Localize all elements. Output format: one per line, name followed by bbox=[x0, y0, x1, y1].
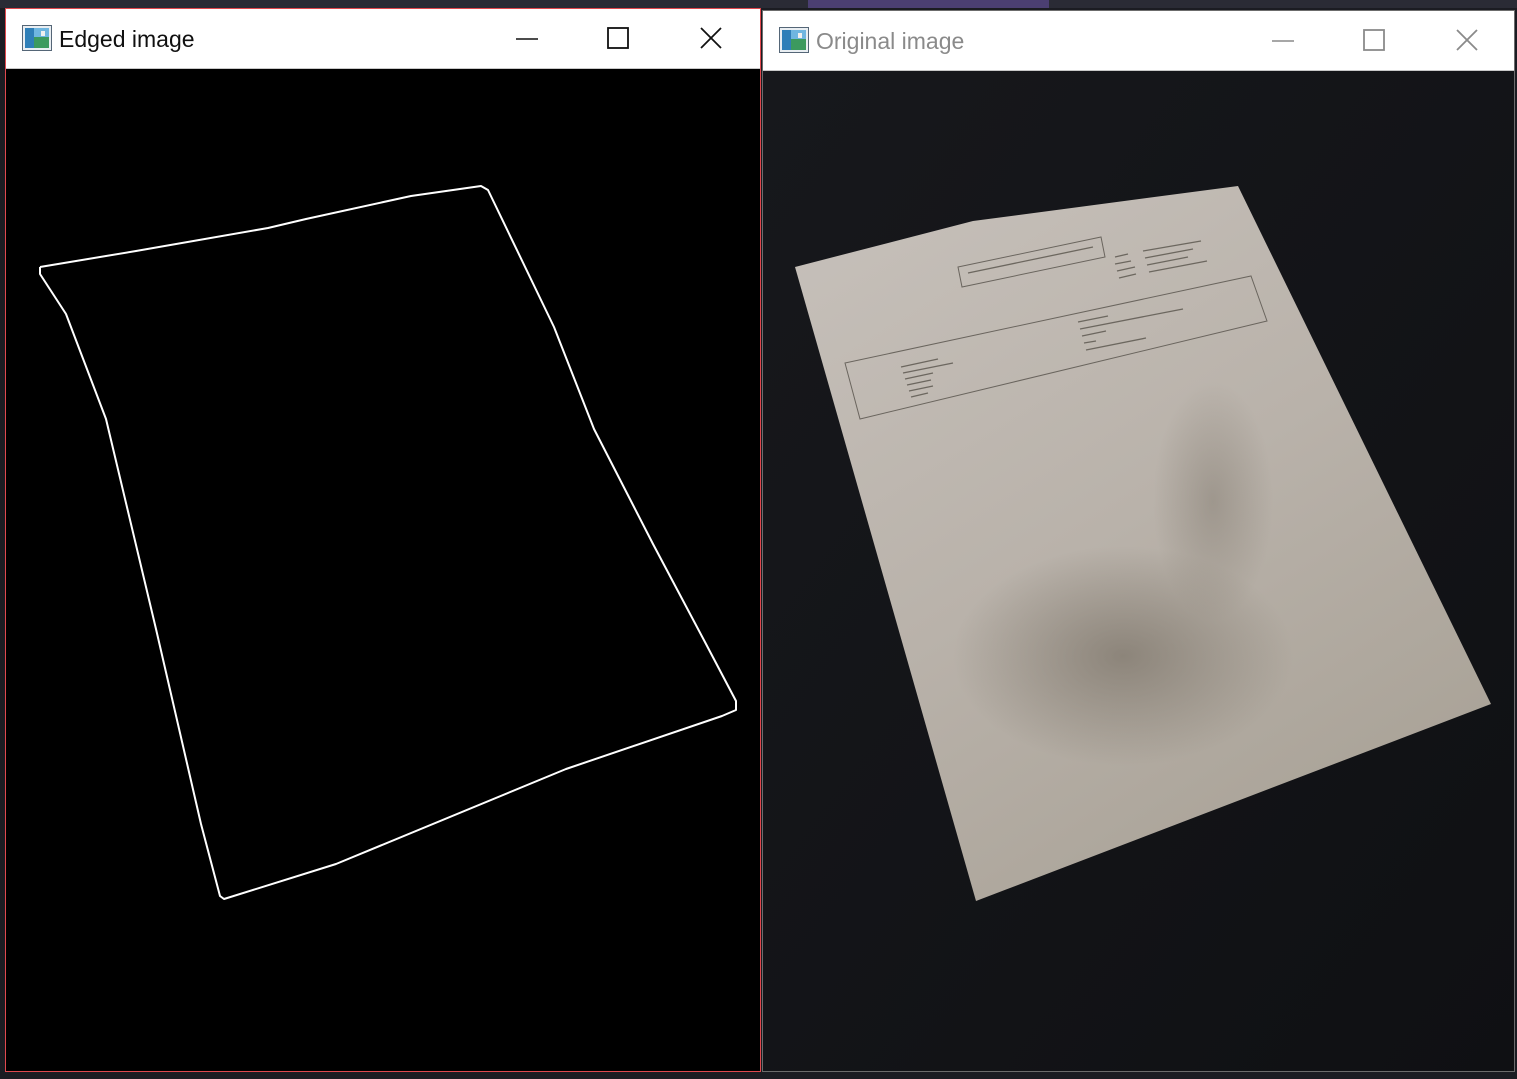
close-button[interactable] bbox=[665, 9, 757, 69]
window-title: Edged image bbox=[59, 26, 195, 52]
close-icon bbox=[1456, 29, 1478, 51]
edged-image-canvas bbox=[6, 69, 760, 1071]
close-button[interactable] bbox=[1421, 11, 1513, 71]
minimize-icon bbox=[516, 38, 538, 40]
edged-image-window[interactable]: Edged image bbox=[5, 8, 761, 1072]
minimize-button[interactable] bbox=[481, 9, 573, 69]
minimize-button[interactable] bbox=[1237, 11, 1329, 71]
edged-image-titlebar[interactable]: Edged image bbox=[6, 9, 760, 69]
app-icon bbox=[779, 27, 809, 53]
original-image-window[interactable]: Original image bbox=[762, 10, 1515, 1072]
maximize-icon bbox=[607, 27, 629, 49]
original-image-canvas bbox=[763, 71, 1514, 1071]
edge-outline-image bbox=[6, 69, 760, 1071]
minimize-icon bbox=[1272, 40, 1294, 42]
maximize-button[interactable] bbox=[1328, 11, 1420, 71]
taskbar-accent bbox=[808, 0, 1049, 8]
maximize-button[interactable] bbox=[572, 9, 664, 69]
original-image-titlebar[interactable]: Original image bbox=[763, 11, 1514, 71]
desktop-background-strip bbox=[0, 0, 1517, 8]
maximize-icon bbox=[1363, 29, 1385, 51]
document-photo bbox=[763, 71, 1514, 1071]
close-icon bbox=[700, 27, 722, 49]
window-title: Original image bbox=[816, 28, 965, 54]
app-icon bbox=[22, 25, 52, 51]
